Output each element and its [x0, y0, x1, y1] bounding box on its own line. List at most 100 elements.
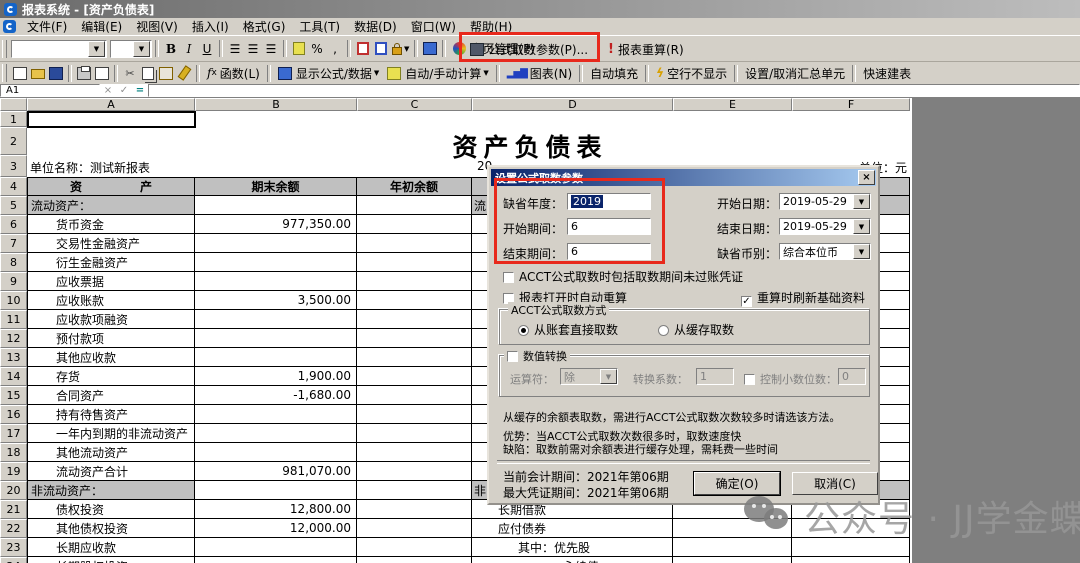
cell[interactable] — [357, 519, 472, 538]
row-header[interactable]: 9 — [0, 272, 27, 291]
cell[interactable] — [357, 348, 472, 367]
cancel-entry-icon[interactable]: × — [100, 84, 116, 97]
menu-format[interactable]: 格式(G) — [236, 17, 293, 36]
underline-button[interactable]: U — [198, 39, 216, 59]
cell[interactable] — [195, 310, 357, 329]
row-header[interactable]: 12 — [0, 329, 27, 348]
cell[interactable] — [357, 557, 472, 563]
cell[interactable]: 合同资产 — [27, 386, 195, 405]
column-header[interactable]: B — [195, 98, 357, 111]
row-header[interactable]: 17 — [0, 424, 27, 443]
cell[interactable]: 货币资金 — [27, 215, 195, 234]
row-header[interactable]: 7 — [0, 234, 27, 253]
cut-button[interactable]: ✂ — [121, 63, 139, 83]
font-size-select[interactable]: ▼ — [110, 40, 152, 58]
radio-icon[interactable] — [658, 325, 669, 336]
cell[interactable] — [357, 367, 472, 386]
cell[interactable] — [195, 196, 357, 215]
row-header[interactable]: 6 — [0, 215, 27, 234]
cell[interactable] — [195, 348, 357, 367]
view-area-button[interactable] — [421, 39, 439, 59]
cell[interactable]: 应收款项融资 — [27, 310, 195, 329]
bold-button[interactable]: B — [162, 39, 180, 59]
chevron-down-icon[interactable]: ▼ — [133, 41, 150, 57]
menu-window[interactable]: 窗口(W) — [404, 17, 463, 36]
column-header[interactable]: D — [472, 98, 673, 111]
menu-data[interactable]: 数据(D) — [347, 17, 404, 36]
convert-checkbox[interactable]: 数值转换 — [504, 348, 570, 364]
cell[interactable] — [195, 272, 357, 291]
cell[interactable]: 期末余额 — [195, 177, 357, 196]
recalc-button[interactable]: ! 报表重算(R) — [604, 39, 688, 59]
align-center-button[interactable]: ☰ — [244, 39, 262, 59]
cell[interactable]: 持有待售资产 — [27, 405, 195, 424]
checkbox-icon[interactable] — [507, 351, 518, 362]
cell[interactable] — [195, 557, 357, 563]
currency-select[interactable]: 综合本位币▼ — [779, 243, 871, 260]
chevron-down-icon[interactable]: ▼ — [853, 194, 870, 209]
format-painter-button[interactable] — [175, 63, 193, 83]
row-header[interactable]: 14 — [0, 367, 27, 386]
cell[interactable]: 永续债 — [472, 557, 673, 563]
cell[interactable] — [357, 424, 472, 443]
align-right-button[interactable]: ☰ — [262, 39, 280, 59]
column-header[interactable]: F — [792, 98, 910, 111]
cell[interactable]: 资产 — [27, 177, 195, 196]
paste-button[interactable] — [157, 63, 175, 83]
comma-style-button[interactable]: , — [326, 39, 344, 59]
row-header[interactable]: 21 — [0, 500, 27, 519]
cell[interactable] — [357, 234, 472, 253]
row-header[interactable]: 4 — [0, 177, 27, 196]
cell[interactable]: 其他流动资产 — [27, 443, 195, 462]
cell[interactable] — [357, 386, 472, 405]
cell-reference-box[interactable]: A1 — [0, 84, 100, 97]
row-header[interactable]: 18 — [0, 443, 27, 462]
cell[interactable] — [195, 481, 357, 500]
cell[interactable] — [357, 272, 472, 291]
open-button[interactable] — [29, 63, 47, 83]
chevron-down-icon[interactable]: ▼ — [853, 219, 870, 234]
percent-style-button[interactable]: % — [308, 39, 326, 59]
row-header[interactable]: 19 — [0, 462, 27, 481]
chevron-down-icon[interactable]: ▼ — [88, 41, 105, 57]
confirm-entry-icon[interactable]: ✓ — [116, 84, 132, 97]
new-button[interactable] — [11, 63, 29, 83]
merge-cell-button[interactable] — [354, 39, 372, 59]
cell[interactable] — [357, 310, 472, 329]
cell[interactable]: 交易性金融资产 — [27, 234, 195, 253]
fetch-direct-radio[interactable]: 从账套直接取数 — [518, 321, 618, 338]
print-button[interactable] — [75, 63, 93, 83]
font-name-select[interactable]: ▼ — [11, 40, 107, 58]
row-header[interactable]: 10 — [0, 291, 27, 310]
cell[interactable]: -1,680.00 — [195, 386, 357, 405]
formula-input[interactable] — [148, 84, 1080, 97]
title-bar[interactable]: 报表系统 - [资产负债表] — [0, 0, 1080, 18]
auto-calc-button[interactable]: 自动/手动计算▼ — [383, 63, 492, 83]
summary-cell-button[interactable]: 设置/取消汇总单元 — [741, 63, 849, 83]
cell[interactable]: 12,800.00 — [195, 500, 357, 519]
lock-cell-button[interactable]: ▼ — [390, 39, 411, 59]
cell-attr-button[interactable] — [372, 39, 390, 59]
cell[interactable]: 预付款项 — [27, 329, 195, 348]
cell[interactable]: 其他债权投资 — [27, 519, 195, 538]
cell[interactable] — [357, 481, 472, 500]
cell[interactable] — [357, 215, 472, 234]
cell[interactable]: 应付债券 — [472, 519, 673, 538]
cell[interactable] — [357, 405, 472, 424]
column-header[interactable]: C — [357, 98, 472, 111]
quick-table-button[interactable]: 快速建表 — [859, 63, 915, 83]
cell[interactable]: 其中：优先股 — [472, 538, 673, 557]
cell[interactable] — [195, 253, 357, 272]
cell[interactable]: 流动资产合计 — [27, 462, 195, 481]
cell[interactable]: 1,900.00 — [195, 367, 357, 386]
cell[interactable]: 12,000.00 — [195, 519, 357, 538]
checkbox-icon[interactable] — [503, 272, 514, 283]
chart-button[interactable]: ▂▅▇图表(N) — [503, 63, 576, 83]
preview-button[interactable] — [93, 63, 111, 83]
cell[interactable] — [357, 538, 472, 557]
cell[interactable] — [195, 329, 357, 348]
row-header[interactable]: 3 — [0, 155, 27, 177]
cell[interactable]: 年初余额 — [357, 177, 472, 196]
row-header[interactable]: 1 — [0, 111, 27, 127]
currency-style-button[interactable] — [290, 39, 308, 59]
